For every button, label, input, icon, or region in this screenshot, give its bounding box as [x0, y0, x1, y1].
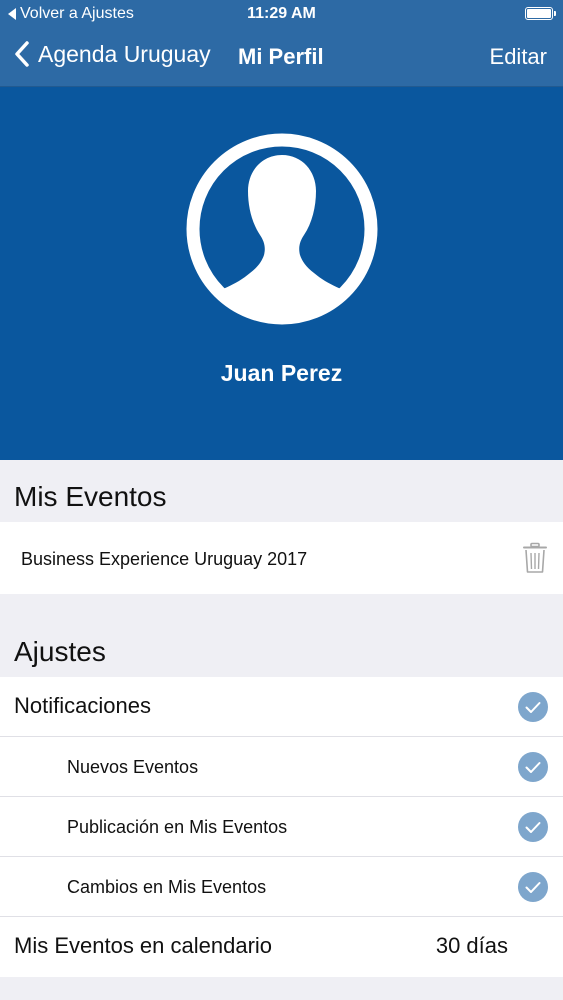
ajustes-title: Ajustes	[14, 636, 106, 667]
page-title: Mi Perfil	[238, 44, 324, 69]
nuevos-eventos-label: Nuevos Eventos	[67, 757, 199, 777]
edit-button[interactable]: Editar	[490, 44, 547, 70]
profile-name: Juan Perez	[220, 360, 343, 386]
notificaciones-label: Notificaciones	[14, 693, 151, 718]
event-row[interactable]: Business Experience Uruguay 2017	[0, 522, 563, 594]
nav-back-label: Agenda Uruguay	[38, 40, 211, 67]
calendario-label: Mis Eventos en calendario	[14, 933, 273, 958]
calendario-value: 30 días	[435, 933, 508, 958]
event-name: Business Experience Uruguay 2017	[21, 549, 308, 569]
nuevos-eventos-row[interactable]: Nuevos Eventos	[0, 737, 563, 797]
publicacion-label: Publicación en Mis Eventos	[67, 817, 288, 837]
calendario-row[interactable]: Mis Eventos en calendario 30 días	[0, 917, 563, 977]
nav-bar: Agenda Uruguay Mi Perfil Editar	[0, 28, 563, 87]
checkmark-icon[interactable]	[518, 692, 548, 722]
checkmark-icon[interactable]	[518, 872, 548, 902]
avatar-icon[interactable]	[180, 127, 384, 331]
nav-back-button[interactable]: Agenda Uruguay	[14, 40, 211, 68]
battery-icon	[525, 7, 556, 20]
mis-eventos-title: Mis Eventos	[14, 481, 167, 512]
status-time: 11:29 AM	[247, 5, 316, 22]
profile-header: Juan Perez	[0, 87, 563, 460]
cambios-label: Cambios en Mis Eventos	[67, 877, 267, 897]
status-bar: Volver a Ajustes 11:29 AM	[0, 0, 563, 28]
chevron-left-icon	[15, 41, 29, 67]
trash-icon[interactable]	[523, 542, 547, 574]
checkmark-icon[interactable]	[518, 752, 548, 782]
publicacion-row[interactable]: Publicación en Mis Eventos	[0, 797, 563, 857]
cambios-row[interactable]: Cambios en Mis Eventos	[0, 857, 563, 917]
notificaciones-row[interactable]: Notificaciones	[0, 677, 563, 737]
checkmark-icon[interactable]	[518, 812, 548, 842]
